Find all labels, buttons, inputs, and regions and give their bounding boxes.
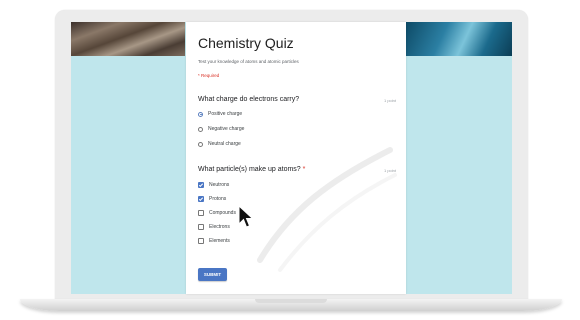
submit-button[interactable]: SUBMIT bbox=[198, 268, 227, 281]
form-title: Chemistry Quiz bbox=[198, 35, 294, 51]
option-label: Positive charge bbox=[208, 111, 243, 117]
required-note: * Required bbox=[198, 73, 220, 78]
motion-swoosh bbox=[257, 147, 397, 272]
option-label: Neutral charge bbox=[208, 141, 241, 147]
header-image-right bbox=[406, 22, 512, 56]
question-2-option-4[interactable]: Electrons bbox=[198, 223, 230, 231]
option-label: Negative charge bbox=[208, 126, 245, 132]
radio-button[interactable] bbox=[198, 126, 203, 132]
question-1-points: 1 point bbox=[383, 98, 396, 103]
question-2-option-1[interactable]: Neutrons bbox=[198, 181, 229, 189]
question-1-text: What charge do electrons carry? bbox=[198, 96, 300, 103]
option-label: Compounds bbox=[209, 210, 236, 216]
mouse-pointer-icon bbox=[238, 205, 254, 228]
header-image-left bbox=[71, 22, 185, 56]
form-description: Test your knowledge of atoms and atomic … bbox=[198, 59, 299, 64]
question-2-option-2[interactable]: Protons bbox=[198, 195, 226, 203]
checkbox[interactable] bbox=[198, 238, 204, 244]
radio-button[interactable] bbox=[198, 141, 203, 147]
option-label: Neutrons bbox=[209, 182, 230, 188]
question-2-option-5[interactable]: Elements bbox=[198, 237, 230, 245]
question-1-option-1[interactable]: Positive charge bbox=[198, 110, 242, 118]
checkbox-checked[interactable] bbox=[198, 196, 204, 202]
laptop-base-notch bbox=[255, 299, 327, 303]
question-1-title: What charge do electrons carry? bbox=[198, 96, 299, 103]
option-label: Protons bbox=[209, 196, 227, 202]
radio-button-selected[interactable] bbox=[198, 111, 203, 117]
question-1-option-2[interactable]: Negative charge bbox=[198, 125, 244, 133]
option-label: Elements bbox=[209, 238, 230, 244]
checkbox[interactable] bbox=[198, 210, 204, 216]
question-2-option-3[interactable]: Compounds bbox=[198, 209, 236, 217]
checkbox[interactable] bbox=[198, 224, 204, 230]
question-1-option-3[interactable]: Neutral charge bbox=[198, 140, 241, 148]
option-label: Electrons bbox=[209, 224, 230, 230]
checkbox-checked[interactable] bbox=[198, 182, 204, 188]
